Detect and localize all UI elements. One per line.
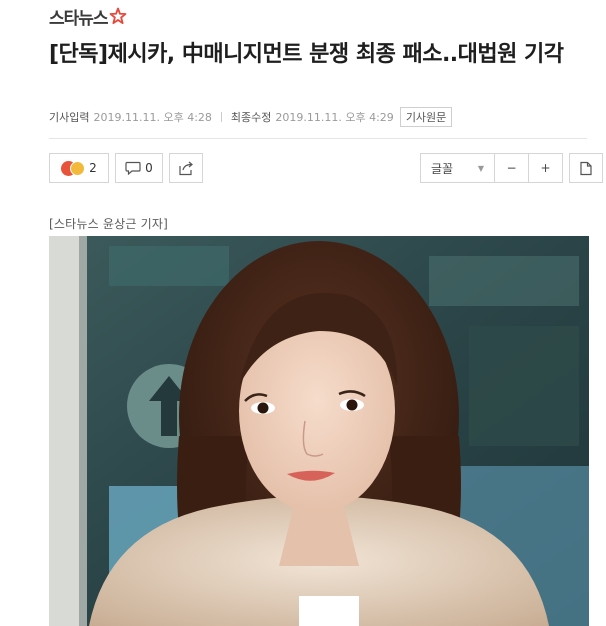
article-photo-illustration [49,236,589,626]
print-icon [580,161,592,175]
meta-separator [220,112,222,122]
font-select[interactable]: 글꼴 ▼ [420,153,495,183]
reaction-button[interactable]: 2 [49,153,109,183]
input-date: 2019.11.11. 오후 4:28 [93,111,212,124]
share-icon [178,161,193,176]
updated-date-label: 최종수정 [230,111,272,124]
reporter-byline: [스타뉴스 윤상근 기자] [49,217,168,231]
font-decrease-button[interactable]: − [495,153,529,183]
updated-date: 2019.11.11. 오후 4:29 [275,111,394,124]
article-toolbar: 2 0 글꼴 ▼ − + [49,153,603,185]
reaction-count: 2 [89,161,97,175]
font-select-label: 글꼴 [431,161,454,176]
article-photo[interactable] [49,236,589,626]
print-button[interactable] [569,153,603,183]
original-article-button[interactable]: 기사원문 [399,107,453,127]
header-divider [49,138,587,139]
comment-icon [125,161,141,175]
site-header: 스타뉴스 [49,4,127,29]
smile-emoji-icon [70,160,86,176]
input-date-label: 기사입력 [49,111,90,124]
font-increase-button[interactable]: + [529,153,563,183]
site-logo[interactable]: 스타뉴스 [49,4,109,29]
share-button[interactable] [169,153,203,183]
caret-down-icon: ▼ [477,163,484,173]
article-meta: 기사입력 2019.11.11. 오후 4:28 최종수정 2019.11.11… [49,107,453,127]
comment-count: 0 [145,161,153,175]
star-logo-icon [109,7,126,25]
article-headline: [단독]제시카, 中매니지먼트 분쟁 최종 패소..대법원 기각 [49,42,564,67]
comment-button[interactable]: 0 [115,153,163,183]
